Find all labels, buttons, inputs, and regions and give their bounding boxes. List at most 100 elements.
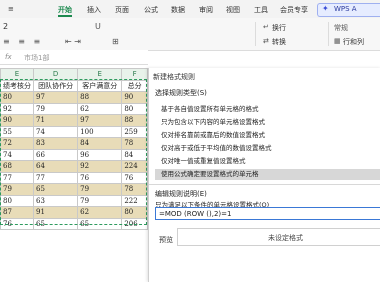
table-row: 77 77 76 76: [0, 171, 148, 184]
tab-member[interactable]: 会员专享: [280, 5, 308, 15]
rule-type-list[interactable]: 基于各自值设置所有单元格的格式 只为包含以下内容的单元格设置格式 仅对排名靠前或…: [155, 104, 380, 184]
spreadsheet-grid[interactable]: E D E F 绩考核分 团队协作分 客户满意分 总分 80 97 88 90 92 79…: [0, 68, 148, 282]
wrap-button[interactable]: 换行: [272, 23, 286, 33]
table-cell[interactable]: 259: [121, 125, 148, 138]
table-cell[interactable]: 90: [0, 114, 34, 127]
table-cell[interactable]: 客户满意分: [77, 79, 123, 92]
tab-view[interactable]: 视图: [226, 5, 240, 15]
rule-type-item[interactable]: 仅对唯一值或重复值设置格式: [155, 156, 380, 167]
tab-tools[interactable]: 工具: [254, 5, 268, 15]
table-cell[interactable]: 72: [0, 137, 34, 150]
table-cell[interactable]: 62: [77, 102, 123, 115]
formula-input[interactable]: =MOD (ROW (),2)=1: [155, 207, 380, 220]
table-cell[interactable]: 绩考核分: [0, 79, 34, 92]
table-cell[interactable]: 66: [32, 148, 79, 161]
table-cell[interactable]: 80: [121, 206, 148, 219]
table-cell[interactable]: 84: [77, 137, 123, 150]
table-cell[interactable]: 92: [77, 160, 123, 173]
table-cell[interactable]: 65: [32, 217, 79, 230]
table-cell[interactable]: 79: [0, 183, 34, 196]
rowcol-button[interactable]: 行和列: [343, 37, 364, 47]
column-header[interactable]: E: [0, 68, 34, 81]
table-cell[interactable]: 79: [77, 183, 123, 196]
table-cell[interactable]: 总分: [121, 79, 148, 92]
table-cell[interactable]: 76: [0, 217, 34, 230]
tab-insert[interactable]: 插入: [87, 5, 101, 15]
ribbon-tabs: ≡ 开始 插入 页面 公式 数据 审阅 视图 工具 会员专享 ✦ WPS A: [0, 0, 380, 18]
table-cell[interactable]: 92: [0, 102, 34, 115]
column-header[interactable]: D: [32, 68, 79, 81]
underline-icon[interactable]: U: [95, 22, 101, 31]
preview-label: 预览: [159, 236, 173, 244]
table-cell[interactable]: 90: [121, 91, 148, 104]
table-cell[interactable]: 76: [121, 171, 148, 184]
table-cell[interactable]: 97: [32, 91, 79, 104]
rule-type-item[interactable]: 基于各自值设置所有单元格的格式: [155, 104, 380, 115]
table-cell[interactable]: 80: [0, 91, 34, 104]
table-cell[interactable]: 78: [121, 183, 148, 196]
formula-input-value[interactable]: =MOD (ROW (),2)=1: [159, 210, 231, 218]
table-cell[interactable]: 74: [0, 148, 34, 161]
table-cell[interactable]: 65: [32, 183, 79, 196]
toolbar-divider: [255, 22, 256, 46]
rule-type-item[interactable]: 仅对排名靠前或靠后的数值设置格式: [155, 130, 380, 141]
rule-type-item-selected[interactable]: 使用公式确定要设置格式的单元格: [155, 169, 380, 180]
table-cell[interactable]: 83: [32, 137, 79, 150]
table-cell[interactable]: 55: [0, 125, 34, 138]
table-row: 55 74 100 259: [0, 125, 148, 138]
toolbar-divider: [328, 22, 329, 46]
table-cell[interactable]: 84: [121, 148, 148, 161]
tab-review[interactable]: 审阅: [199, 5, 213, 15]
formula-bar-value[interactable]: 市场1部: [24, 53, 49, 63]
table-cell[interactable]: 80: [0, 194, 34, 207]
table-row: 79 65 79 78: [0, 183, 148, 196]
rule-type-item[interactable]: 只为包含以下内容的单元格设置格式: [155, 117, 380, 128]
tab-home[interactable]: 开始: [58, 5, 72, 15]
wps-ai-button[interactable]: ✦ WPS A: [317, 3, 380, 17]
table-cell[interactable]: 79: [77, 194, 123, 207]
tab-data[interactable]: 数据: [171, 5, 185, 15]
fx-icon[interactable]: fx: [5, 53, 12, 61]
table-cell[interactable]: 222: [121, 194, 148, 207]
table-cell[interactable]: 76: [77, 171, 123, 184]
table-cell[interactable]: 团队协作分: [32, 79, 79, 92]
column-header[interactable]: E: [77, 68, 123, 81]
formula-bar[interactable]: fx 市场1部: [0, 50, 148, 65]
column-header[interactable]: F: [121, 68, 148, 81]
table-cell[interactable]: 224: [121, 160, 148, 173]
table-cell[interactable]: 63: [32, 194, 79, 207]
table-cell[interactable]: 79: [32, 102, 79, 115]
table-cell[interactable]: 96: [77, 148, 123, 161]
font-size-fragment[interactable]: 2: [3, 22, 8, 31]
table-cell[interactable]: 87: [0, 206, 34, 219]
tab-page[interactable]: 页面: [115, 5, 129, 15]
new-format-rule-dialog: 新建格式规则 选择规则类型(S) 基于各自值设置所有单元格的格式 只为包含以下内…: [148, 68, 380, 282]
table-cell[interactable]: 62: [77, 206, 123, 219]
table-cell[interactable]: 77: [32, 171, 79, 184]
table-cell[interactable]: 88: [77, 91, 123, 104]
section-divider: [149, 184, 380, 185]
table-cell[interactable]: 97: [77, 114, 123, 127]
table-cell[interactable]: 68: [0, 160, 34, 173]
table-cell[interactable]: 100: [77, 125, 123, 138]
rule-type-item[interactable]: 仅对高于或低于平均值的数值设置格式: [155, 143, 380, 154]
table-cell[interactable]: 74: [32, 125, 79, 138]
table-cell[interactable]: 80: [121, 102, 148, 115]
menu-icon[interactable]: ≡: [8, 5, 14, 13]
convert-button[interactable]: 转换: [272, 37, 286, 47]
table-cell[interactable]: 64: [32, 160, 79, 173]
table-cell[interactable]: 65: [77, 217, 123, 230]
table-row: 76 65 65 206: [0, 217, 148, 230]
table-cell[interactable]: 71: [32, 114, 79, 127]
number-format-dropdown[interactable]: 常规: [334, 23, 348, 33]
table-cell[interactable]: 206: [121, 217, 148, 230]
table-cell[interactable]: 77: [0, 171, 34, 184]
tab-formula[interactable]: 公式: [144, 5, 158, 15]
cell-table[interactable]: E D E F 绩考核分 团队协作分 客户满意分 总分 80 97 88 90 92 79…: [0, 68, 148, 230]
table-cell[interactable]: 88: [121, 114, 148, 127]
merge-icon[interactable]: ⊞: [112, 37, 119, 46]
table-cell[interactable]: 91: [32, 206, 79, 219]
table-cell[interactable]: 78: [121, 137, 148, 150]
indent-icons[interactable]: ⇤ ⇥: [65, 37, 81, 46]
alignment-icons[interactable]: ≡ ≡ ≡: [3, 37, 43, 46]
